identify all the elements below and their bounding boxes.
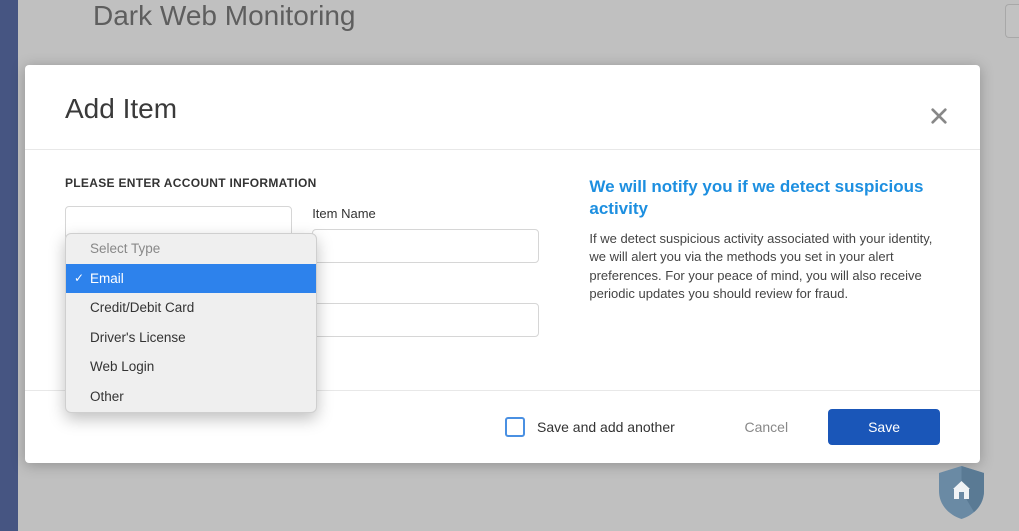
type-dropdown: Select Type ✓ Email Credit/Debit Card Dr…	[65, 233, 317, 413]
save-button[interactable]: Save	[828, 409, 940, 445]
save-add-another-checkbox[interactable]	[505, 417, 525, 437]
item-name-label: Item Name	[312, 206, 539, 221]
info-column: We will notify you if we detect suspicio…	[589, 176, 940, 337]
dropdown-option-label: Web Login	[90, 359, 154, 374]
checkmark-icon: ✓	[74, 269, 84, 288]
dropdown-header: Select Type	[66, 234, 316, 264]
form-column: PLEASE ENTER ACCOUNT INFORMATION Select …	[65, 176, 539, 337]
item-name-field-wrap: Item Name	[312, 206, 539, 263]
close-icon	[930, 107, 948, 125]
form-row-1: Select Type ✓ Email Credit/Debit Card Dr…	[65, 206, 539, 263]
modal-header: Add Item	[25, 65, 980, 150]
dropdown-option-label: Other	[90, 389, 124, 404]
info-title: We will notify you if we detect suspicio…	[589, 176, 940, 220]
info-text: If we detect suspicious activity associa…	[589, 230, 940, 303]
type-field-wrap: Select Type ✓ Email Credit/Debit Card Dr…	[65, 206, 292, 263]
dropdown-option-weblogin[interactable]: Web Login	[66, 352, 316, 382]
dropdown-option-label: Driver's License	[90, 330, 186, 345]
dropdown-option-email[interactable]: ✓ Email	[66, 264, 316, 294]
shield-badge-icon	[934, 461, 989, 521]
modal-body: PLEASE ENTER ACCOUNT INFORMATION Select …	[25, 150, 980, 337]
dropdown-option-label: Credit/Debit Card	[90, 300, 194, 315]
section-heading: PLEASE ENTER ACCOUNT INFORMATION	[65, 176, 539, 190]
dropdown-option-card[interactable]: Credit/Debit Card	[66, 293, 316, 323]
save-add-another-wrap: Save and add another	[505, 417, 675, 437]
save-add-another-label: Save and add another	[537, 419, 675, 435]
modal-title: Add Item	[65, 93, 940, 125]
dropdown-option-license[interactable]: Driver's License	[66, 323, 316, 353]
dropdown-option-other[interactable]: Other	[66, 382, 316, 412]
item-name-input[interactable]	[312, 229, 539, 263]
dropdown-option-label: Email	[90, 271, 124, 286]
close-button[interactable]	[930, 107, 950, 127]
cancel-button[interactable]: Cancel	[744, 419, 788, 435]
add-item-modal: Add Item PLEASE ENTER ACCOUNT INFORMATIO…	[25, 65, 980, 463]
